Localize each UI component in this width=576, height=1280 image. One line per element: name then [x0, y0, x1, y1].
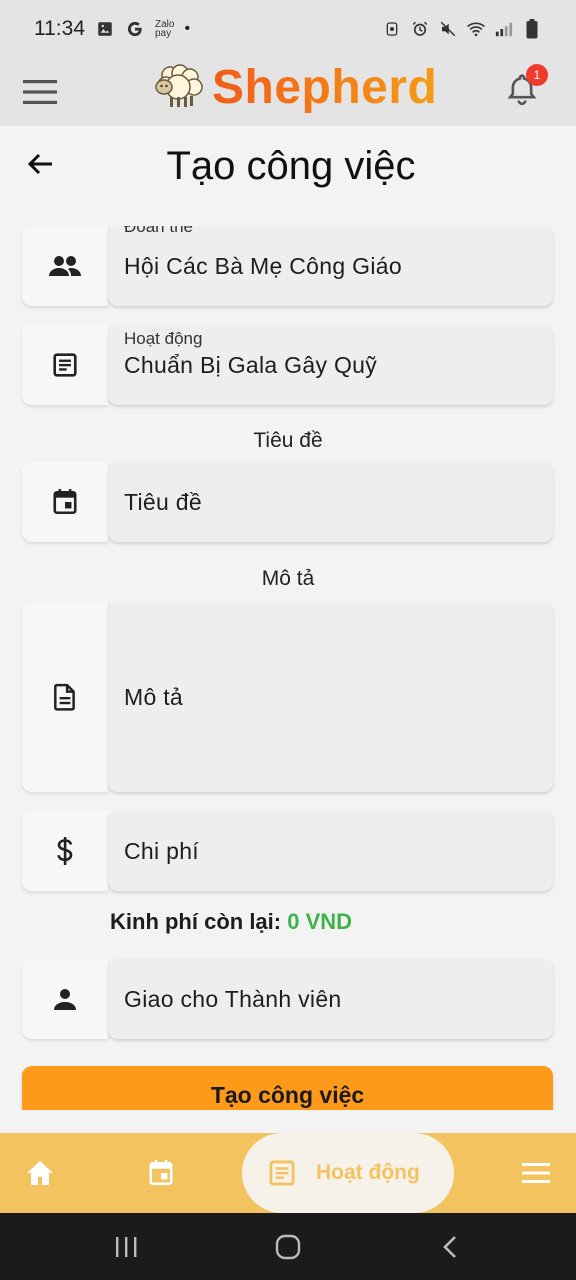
remaining-budget-value: 0 VND	[287, 909, 353, 934]
status-bar: 11:34 Zalo pay •	[0, 0, 576, 58]
alarm-icon	[410, 19, 430, 39]
cost-placeholder: Chi phí	[124, 837, 199, 864]
notification-badge: 1	[526, 64, 548, 86]
cost-input[interactable]: Chi phí	[108, 811, 553, 891]
nav-activities[interactable]: Hoạt động	[242, 1133, 454, 1213]
field-doan-the: Đoàn thể Hội Các Bà Mẹ Công Giáo	[22, 226, 553, 306]
back-system-button[interactable]	[434, 1231, 466, 1263]
nav-calendar[interactable]	[141, 1153, 181, 1193]
field-description: Mô tả	[22, 602, 553, 792]
field-doan-the-icon-cell	[22, 226, 108, 306]
back-system-icon	[443, 1236, 456, 1258]
hoat-dong-label: Hoạt động	[124, 329, 203, 348]
status-dot: •	[184, 20, 191, 37]
page-title: Tạo công việc	[166, 143, 416, 188]
hoat-dong-value: Chuẩn Bị Gala Gây Quỹ	[124, 351, 378, 378]
google-icon	[125, 19, 145, 39]
people-icon	[49, 256, 81, 276]
task-form: Đoàn thể Hội Các Bà Mẹ Công Giáo Hoạt độ…	[0, 210, 576, 1110]
person-icon	[54, 989, 76, 1010]
description-section-label: Mô tả	[261, 567, 315, 590]
dollar-icon	[57, 837, 73, 865]
nav-home[interactable]	[20, 1153, 60, 1193]
field-cost-icon-cell	[22, 811, 108, 891]
page-header: Tạo công việc	[0, 126, 576, 206]
home-system-icon	[275, 1234, 301, 1260]
nav-activities-label: Hoạt động	[316, 1161, 420, 1184]
field-hoat-dong-icon-cell	[22, 325, 108, 405]
article-icon	[53, 353, 77, 377]
description-icon	[54, 683, 75, 711]
field-cost: Chi phí	[22, 811, 553, 891]
event-icon	[53, 489, 77, 515]
back-arrow-icon	[27, 153, 52, 175]
gallery-icon	[95, 19, 115, 39]
recent-apps-icon	[116, 1237, 137, 1257]
menu-icon	[522, 1163, 550, 1183]
remaining-budget: Kinh phí còn lại: 0 VND	[110, 909, 352, 935]
app-bar: Shepherd 1	[0, 58, 576, 126]
field-assignee: Giao cho Thành viên	[22, 959, 553, 1039]
description-input[interactable]: Mô tả	[108, 602, 553, 792]
nav-menu[interactable]	[516, 1153, 556, 1193]
field-title-icon-cell	[22, 462, 108, 542]
create-task-button[interactable]: Tạo công việc	[22, 1066, 553, 1110]
brand: Shepherd	[150, 60, 437, 115]
system-navigation-bar	[0, 1213, 576, 1280]
field-assignee-icon-cell	[22, 959, 108, 1039]
calendar-icon	[149, 1160, 173, 1186]
zalopay-label-bottom: pay	[155, 28, 172, 39]
field-hoat-dong: Hoạt động Chuẩn Bị Gala Gây Quỹ	[22, 325, 553, 405]
mute-icon	[438, 19, 458, 39]
create-task-button-label: Tạo công việc	[210, 1082, 365, 1108]
back-button[interactable]	[24, 148, 56, 180]
bottom-navigation: Hoạt động	[0, 1133, 576, 1213]
battery-icon	[522, 19, 542, 39]
remaining-budget-label: Kinh phí còn lại:	[110, 909, 282, 934]
hamburger-icon	[23, 80, 57, 104]
doan-the-select[interactable]: Đoàn thể Hội Các Bà Mẹ Công Giáo	[108, 226, 553, 306]
home-system-button[interactable]	[272, 1231, 304, 1263]
hamburger-menu-button[interactable]	[22, 74, 58, 110]
doan-the-value: Hội Các Bà Mẹ Công Giáo	[124, 252, 402, 279]
assignee-select[interactable]: Giao cho Thành viên	[108, 959, 553, 1039]
title-input[interactable]: Tiêu đề	[108, 462, 553, 542]
notifications-button[interactable]: 1	[502, 64, 548, 110]
title-section-label: Tiêu đề	[253, 429, 323, 452]
recent-apps-button[interactable]	[110, 1231, 142, 1263]
wifi-icon	[466, 19, 486, 39]
field-description-icon-cell	[22, 602, 108, 792]
description-placeholder: Mô tả	[124, 683, 184, 710]
field-title: Tiêu đề	[22, 462, 553, 542]
assignee-placeholder: Giao cho Thành viên	[124, 985, 342, 1012]
sheep-logo-icon	[150, 61, 204, 114]
home-icon	[27, 1161, 53, 1185]
status-time: 11:34	[34, 17, 85, 40]
brand-name: Shepherd	[212, 61, 438, 114]
zalopay-icon: Zalo pay	[155, 20, 174, 39]
signal-icon	[494, 19, 514, 39]
battery-saver-icon	[382, 19, 402, 39]
activity-icon	[269, 1160, 295, 1186]
title-placeholder: Tiêu đề	[124, 488, 202, 515]
hoat-dong-select[interactable]: Hoạt động Chuẩn Bị Gala Gây Quỹ	[108, 325, 553, 405]
doan-the-label: Đoàn thể	[124, 226, 193, 236]
